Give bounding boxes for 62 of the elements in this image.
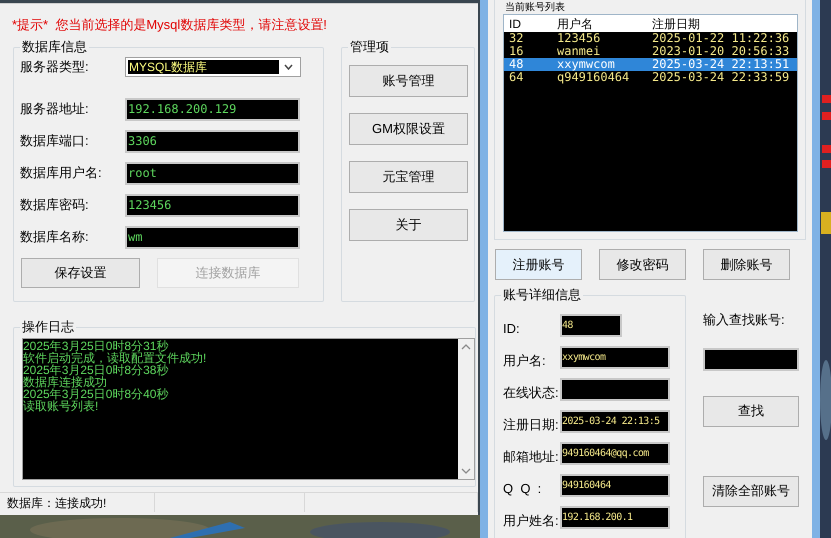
group-title: 管理项 xyxy=(348,39,391,55)
button[interactable]: GM权限设置 xyxy=(349,113,468,145)
log-line: 数据库连接成功 xyxy=(23,376,108,388)
log-line: 软件启动完成，读取配置文件成功! xyxy=(23,352,208,364)
group-title: 数据库信息 xyxy=(20,39,89,55)
button[interactable]: 查找 xyxy=(703,396,799,426)
column-header[interactable]: 用户名 xyxy=(553,14,648,32)
input-field[interactable]: 2025-03-24 22:13:5 xyxy=(560,410,670,432)
button[interactable]: 保存设置 xyxy=(21,258,140,288)
input-field[interactable]: 192.168.200.1 xyxy=(560,506,670,528)
list-row[interactable]: 16 wanmei 2023-01-20 20:56:33 xyxy=(504,45,797,58)
input-field[interactable]: 192.168.200.129 xyxy=(125,98,300,120)
input-field[interactable]: 949160464 xyxy=(560,474,670,496)
button[interactable]: 删除账号 xyxy=(703,249,790,280)
group-title: 操作日志 xyxy=(20,319,76,335)
input-field[interactable]: root xyxy=(125,162,300,184)
search-field[interactable] xyxy=(703,348,799,370)
input-field[interactable]: 3306 xyxy=(125,130,300,152)
button[interactable]: 注册账号 xyxy=(495,249,582,280)
field-label: 数据库用户名: xyxy=(19,164,103,182)
field-label: 用户名: xyxy=(502,352,547,370)
group-title: 当前账号列表 xyxy=(505,1,565,14)
column-header[interactable]: ID xyxy=(504,14,553,32)
field-label: 服务器地址: xyxy=(19,100,90,118)
notice-text: *提示* 您当前选择的是Mysql数据库类型，请注意设置! xyxy=(11,17,328,33)
button[interactable]: 清除全部账号 xyxy=(703,476,799,506)
log-line: 2025年3月25日0时8分40秒 xyxy=(23,388,170,400)
input-field[interactable]: wm xyxy=(125,226,300,248)
field-label: 注册日期: xyxy=(502,416,560,434)
field-label: Q Q : xyxy=(502,480,542,498)
list-row[interactable]: 32 123456 2025-01-22 11:22:36 xyxy=(504,32,797,45)
field-label: 邮箱地址: xyxy=(502,448,560,466)
column-header[interactable]: 注册日期 xyxy=(648,14,797,32)
field-label: 在线状态: xyxy=(502,384,560,402)
button[interactable]: 账号管理 xyxy=(349,65,468,97)
group-title: 账号详细信息 xyxy=(501,287,583,303)
input-field[interactable]: 48 xyxy=(560,314,622,336)
button[interactable]: 修改密码 xyxy=(599,249,686,280)
input-field[interactable]: 123456 xyxy=(125,194,300,216)
input-field[interactable]: 949160464@qq.com xyxy=(560,442,670,464)
field-label: 数据库名称: xyxy=(19,228,90,246)
search-label: 输入查找账号: xyxy=(703,311,786,329)
log-line: 2025年3月25日0时8分38秒 xyxy=(23,364,168,376)
field-label: 服务器类型: xyxy=(19,58,90,76)
account-list[interactable]: ID 用户名 注册日期 32 123456 2025-01-22 11:22:36 16 wanmei 2023-01-20 20:56:33 48 xxymwcom 2025-03-24 22:13:51 64 q949160464 2025-03-24 22:33:59 xyxy=(503,14,798,232)
server-type-dropdown[interactable]: MYSQL数据库 xyxy=(125,57,301,77)
scroll-up-icon[interactable] xyxy=(461,343,471,351)
list-row[interactable]: 64 q949160464 2025-03-24 22:33:59 xyxy=(504,71,797,84)
log-line: 2025年3月25日0时8分31秒 xyxy=(23,340,168,352)
input-field[interactable]: xxymwcom xyxy=(560,346,670,368)
field-label: 数据库密码: xyxy=(19,196,90,214)
button[interactable]: 关于 xyxy=(349,209,468,241)
chevron-down-icon xyxy=(284,64,293,70)
list-row[interactable]: 48 xxymwcom 2025-03-24 22:13:51 xyxy=(504,58,797,71)
input-field[interactable] xyxy=(560,378,670,400)
scroll-down-icon[interactable] xyxy=(461,467,471,475)
button[interactable]: 元宝管理 xyxy=(349,161,468,193)
status-text: 数据库：连接成功! xyxy=(7,494,106,512)
field-label: 数据库端口: xyxy=(19,132,90,150)
field-label: ID: xyxy=(502,320,521,338)
field-label: 用户姓名: xyxy=(502,512,560,530)
log-line: 读取账号列表! xyxy=(23,400,98,412)
